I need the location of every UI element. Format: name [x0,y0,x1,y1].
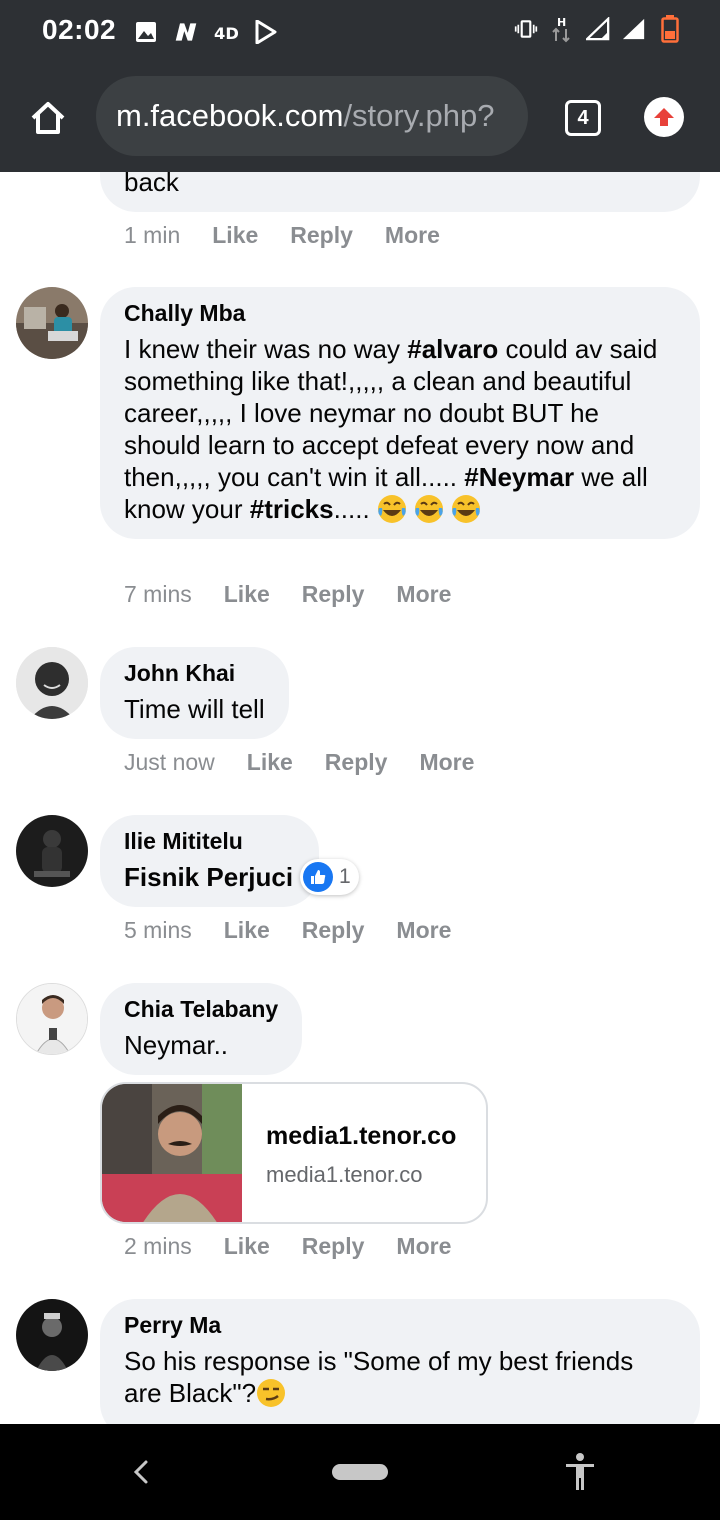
comment-time[interactable]: 5 mins [124,917,192,944]
system-nav-bar [0,1424,720,1520]
arrow-up-icon [654,108,674,126]
thumbs-up-icon [303,862,333,892]
more-link[interactable]: More [396,1233,451,1260]
signal-icon [622,15,646,43]
url-path: /story.php? [343,98,495,133]
text-part: I knew their was no way [124,334,408,364]
comment-time[interactable]: 7 mins [124,581,192,608]
like-link[interactable]: Like [224,581,270,608]
home-pill-button[interactable] [332,1464,388,1480]
reply-link[interactable]: Reply [302,1233,365,1260]
comment-text: back [124,172,179,197]
4d-icon: 4D [214,18,238,46]
link-title: media1.tenor.co [266,1122,457,1150]
url-field[interactable]: m.facebook.com/story.php? [96,76,528,156]
comment-actions: 1 min Like Reply More [124,222,440,249]
like-link[interactable]: Like [224,1233,270,1260]
data-h-icon: H [550,15,574,43]
comment-author[interactable]: Chia Telabany [124,995,278,1023]
n-app-icon [174,18,198,46]
avatar[interactable] [16,287,88,359]
hashtag-neymar[interactable]: #Neymar [464,462,574,492]
play-store-icon [254,18,278,46]
like-link[interactable]: Like [212,222,258,249]
hashtag-tricks[interactable]: #tricks [250,494,334,524]
signal-icon [586,15,610,43]
notification-icons: 4D [134,18,278,46]
reaction-badge[interactable]: 1 [300,859,359,895]
link-thumbnail [102,1084,242,1222]
comment-time[interactable]: 1 min [124,222,180,249]
laughing-tears-emoji [452,495,481,523]
comments-list: back 1 min Like Reply More Chally Mba I … [0,172,720,1424]
comment-bubble: John Khai Time will tell [100,647,289,739]
comment-actions: Just now Like Reply More [124,749,474,776]
comment-bubble: Chia Telabany Neymar.. [100,983,303,1075]
system-icons: H [514,15,682,43]
reply-link[interactable]: Reply [325,749,388,776]
comment-text: So his response is "Some of my best frie… [124,1345,676,1409]
svg-text:4D: 4D [214,24,238,43]
laughing-tears-emoji [377,495,406,523]
tagged-name[interactable]: Fisnik Perjuci [124,861,293,893]
more-link[interactable]: More [396,581,451,608]
vibrate-icon [514,15,538,43]
back-icon[interactable] [126,1454,156,1490]
link-preview-card[interactable]: media1.tenor.co media1.tenor.co [100,1082,488,1224]
comment-author[interactable]: Chally Mba [124,299,676,327]
comment-bubble: Chally Mba I knew their was no way #alva… [100,287,700,539]
laughing-tears-emoji [415,495,444,523]
avatar[interactable] [16,983,88,1055]
avatar[interactable] [16,815,88,887]
avatar[interactable] [16,1299,88,1371]
comment-author[interactable]: John Khai [124,659,265,687]
status-bar: 02:02 4D H [0,0,720,64]
comment-bubble: Perry Ma So his response is "Some of my … [100,1299,700,1424]
reply-link[interactable]: Reply [290,222,353,249]
comment-text: Time will tell [124,694,265,724]
accessibility-icon[interactable] [562,1452,598,1492]
home-icon [31,102,65,134]
more-link[interactable]: More [419,749,474,776]
tab-switcher-button[interactable]: 4 [565,100,601,136]
comment-text: Neymar.. [124,1030,229,1060]
comment-time[interactable]: Just now [124,749,215,776]
reply-link[interactable]: Reply [302,581,365,608]
status-time: 02:02 [42,14,117,45]
comment-text: I knew their was no way #alvaro could av… [124,333,676,525]
comment-time[interactable]: 2 mins [124,1233,192,1260]
comment-author[interactable]: Ilie Mititelu [124,827,293,855]
home-button[interactable] [24,94,72,142]
comment-actions: 7 mins Like Reply More [124,581,451,608]
like-link[interactable]: Like [224,917,270,944]
svg-text:H: H [557,16,566,29]
comment-text-body: So his response is "Some of my best frie… [124,1346,634,1408]
reply-link[interactable]: Reply [302,917,365,944]
comment-bubble: Ilie Mititelu Fisnik Perjuci [100,815,320,907]
more-link[interactable]: More [396,917,451,944]
browser-toolbar: m.facebook.com/story.php? 4 [0,64,720,172]
comment-actions: 2 mins Like Reply More [124,1233,451,1260]
link-domain: media1.tenor.co [266,1162,423,1187]
hashtag-alvaro[interactable]: #alvaro [407,334,498,364]
image-icon [134,18,158,46]
more-link[interactable]: More [385,222,440,249]
like-link[interactable]: Like [247,749,293,776]
comment-bubble: back [100,172,700,212]
battery-icon [658,15,682,43]
avatar[interactable] [16,647,88,719]
url-host: m.facebook.com [116,98,344,133]
comment-author[interactable]: Perry Ma [124,1311,676,1339]
update-button[interactable] [644,97,684,137]
reaction-count: 1 [339,865,351,888]
smirk-emoji [257,1379,286,1407]
comment-actions: 5 mins Like Reply More [124,917,451,944]
text-part: ..... [333,494,377,524]
